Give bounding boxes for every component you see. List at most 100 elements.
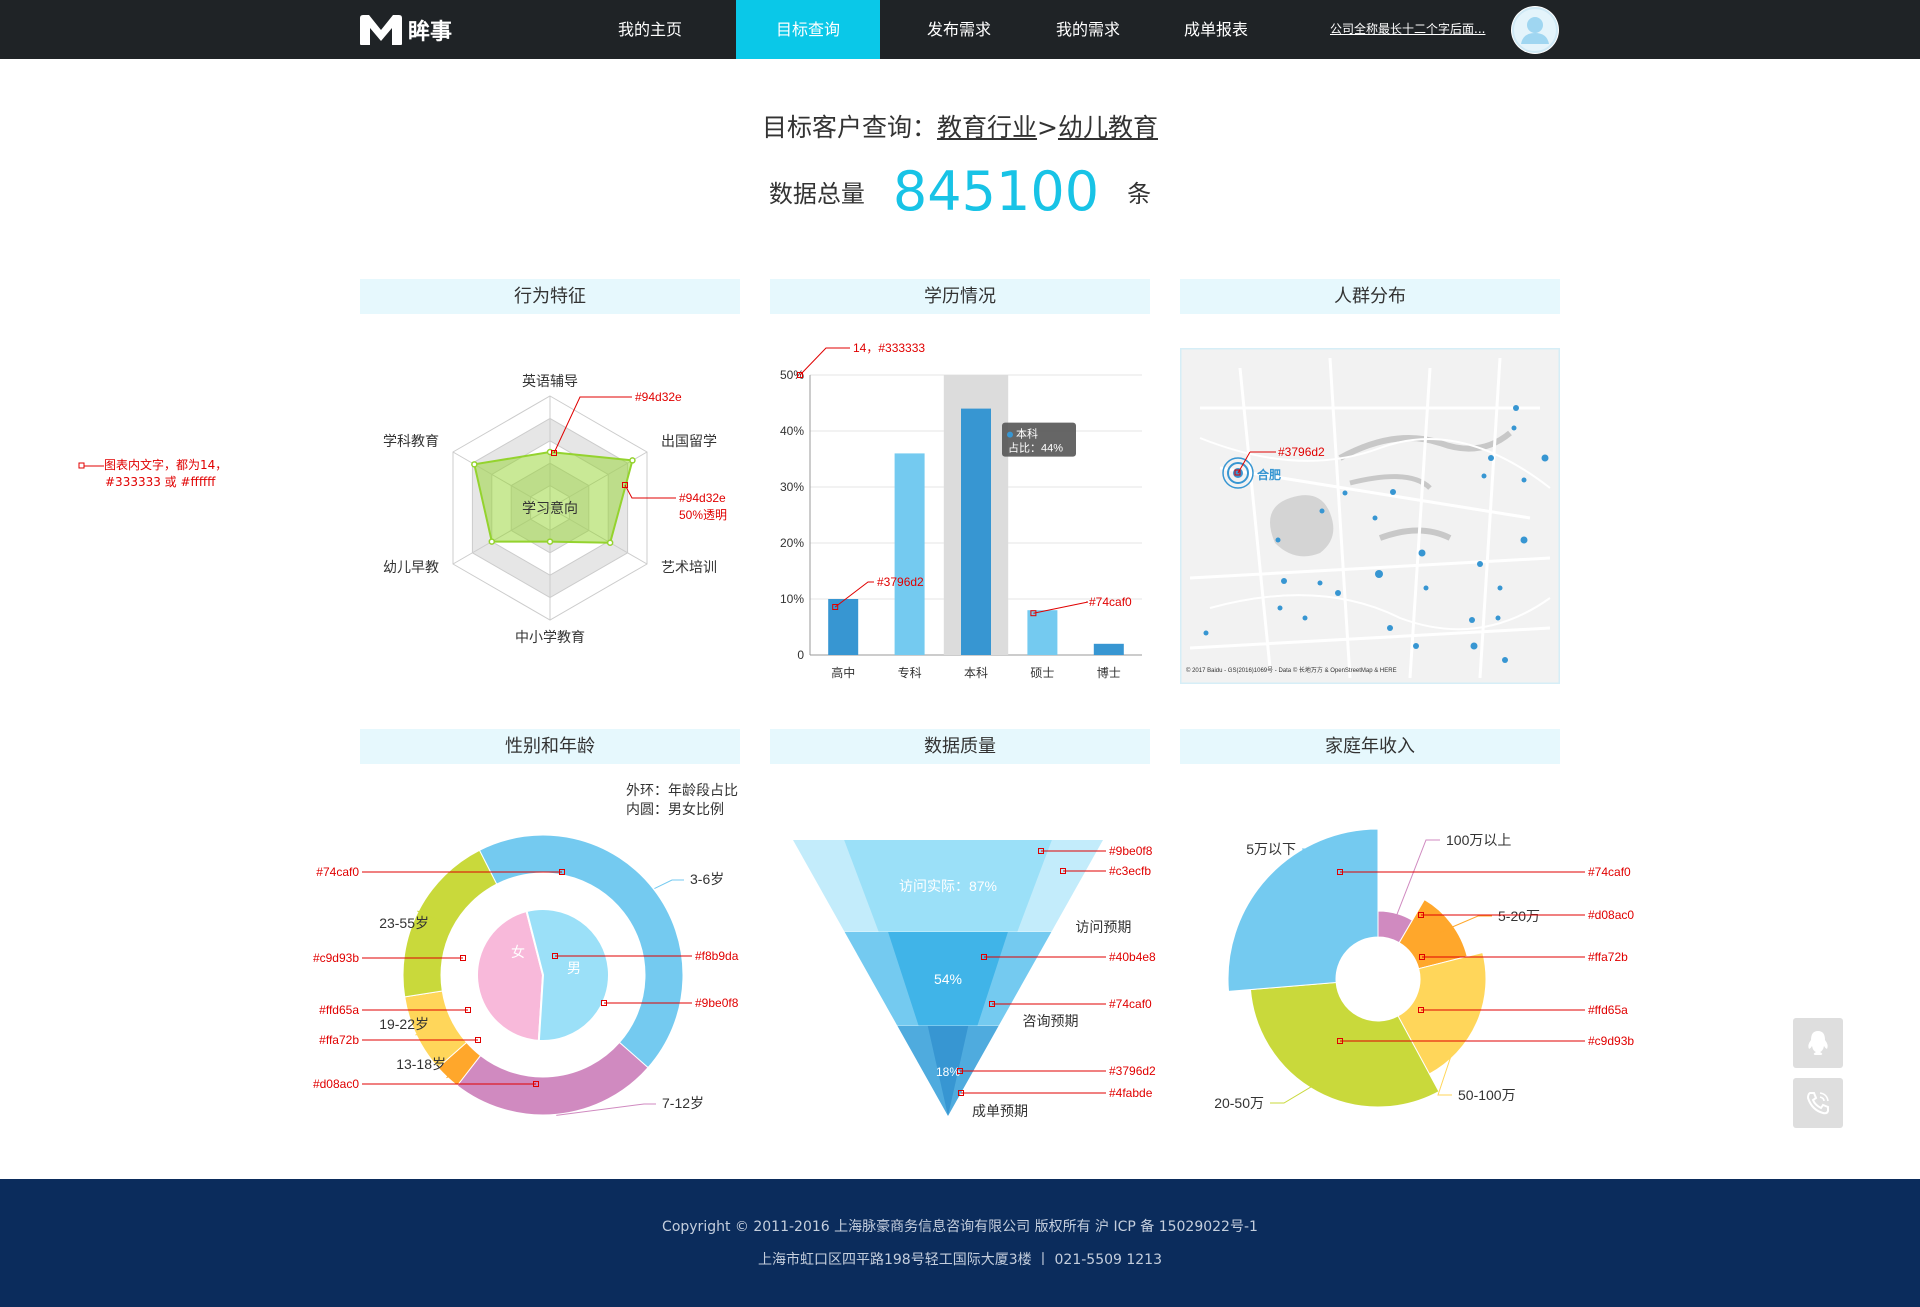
population-map[interactable]: 合肥 #3796d2 © 2017 Baidu - GS(2016)1069号 … xyxy=(1180,348,1560,684)
nav-item-my-demand[interactable]: 我的需求 xyxy=(1028,0,1148,59)
page-title: 目标客户查询：教育行业>幼儿教育 xyxy=(0,108,1920,144)
breadcrumb-separator: > xyxy=(1037,113,1058,142)
income-annot-2-label: #d08ac0 xyxy=(1588,908,1634,922)
funnel-consult-value: 54% xyxy=(934,971,962,987)
age-annot-5-label: #d08ac0 xyxy=(313,1077,359,1091)
radar-axis-label: 中小学教育 xyxy=(515,629,585,645)
bar-3 xyxy=(1027,610,1058,655)
income-annot-4-label: #ffd65a xyxy=(1588,1003,1628,1017)
radar-axis-label: 幼儿早教 xyxy=(383,559,439,575)
behavior-radar-chart: 英语辅导出国留学艺术培训中小学教育 幼儿早教 学科教育学习意向 #94d32e #94d… xyxy=(383,373,727,645)
bar-tooltip-series: 本科 xyxy=(1016,427,1038,441)
map-city-label: 合肥 xyxy=(1257,467,1281,482)
bar-annotation-text-label: 14，#333333 xyxy=(853,341,925,355)
bar-category-label: 本科 xyxy=(964,666,988,680)
data-quality-funnel-chart: 访问实际：87% 访问预期 54% 咨询预期 18% 成单预期 #9be0f8 #c3ecfb… xyxy=(793,840,1156,1119)
income-label: 20-50万 xyxy=(1214,1095,1264,1111)
panel-title-gender-age: 性别和年龄 xyxy=(360,729,740,764)
footer-address: 上海市虹口区四平路198号轻工国际大厦3楼 丨 021-5509 1213 xyxy=(757,1252,1162,1268)
education-bar-chart: 010%20%30%40%50%高中 专科 本科 硕士 博士本科占比：44%14，#33… xyxy=(780,341,1142,680)
legend-line-outer: 外环：年龄段占比 xyxy=(626,783,738,799)
funnel-deal-name: 成单预期 xyxy=(972,1103,1028,1119)
age-annot-1-label: #74caf0 xyxy=(316,865,359,879)
bar-y-tick: 40% xyxy=(780,424,804,438)
income-segment-1 xyxy=(1398,898,1468,970)
bar-category-label: 博士 xyxy=(1097,665,1121,680)
radar-annotation-stroke-label: #94d32e xyxy=(635,390,682,404)
qq-icon xyxy=(1808,1031,1828,1055)
total-value: 845100 xyxy=(892,160,1100,223)
income-segment-3 xyxy=(1249,981,1440,1108)
radar-point xyxy=(488,538,496,545)
funnel-annot-4-label: #74caf0 xyxy=(1109,997,1152,1011)
gender-age-legend: 外环：年龄段占比 内圆：男女比例 xyxy=(626,782,738,820)
user-avatar-icon xyxy=(1512,7,1558,53)
brand-logo[interactable]: 眸事 xyxy=(358,13,452,47)
gender-label-male: 男 xyxy=(567,960,581,976)
phone-contact-button[interactable] xyxy=(1793,1078,1843,1128)
funnel-visit-value: 访问实际：87% xyxy=(899,878,997,894)
user-avatar[interactable] xyxy=(1511,6,1559,54)
bar-y-tick: 30% xyxy=(780,480,804,494)
funnel-annot-2-label: #c3ecfb xyxy=(1109,864,1151,878)
svg-text:#3796d2: #3796d2 xyxy=(1278,445,1325,459)
top-navigation-bar: 眸事 我的主页 目标查询 发布需求 我的需求 成单报表 公司全称最长十二个字后面… xyxy=(0,0,1920,59)
breadcrumb-industry[interactable]: 教育行业 xyxy=(937,113,1037,142)
gender-label-female: 女 xyxy=(511,944,525,960)
radar-axis-label: 学科教育 xyxy=(383,433,439,449)
age-leader-line xyxy=(654,879,684,890)
panel-title-education: 学历情况 xyxy=(770,279,1150,314)
company-name-link[interactable]: 公司全称最长十二个字后面... xyxy=(1330,0,1485,59)
panel-title-behavior: 行为特征 xyxy=(360,279,740,314)
spec-note: 图表内文字，都为14， #333333 或 #ffffff xyxy=(78,456,227,490)
radar-series-area xyxy=(473,450,634,544)
data-total: 数据总量 845100 条 xyxy=(0,160,1920,223)
bar-category-label: 硕士 xyxy=(1030,666,1054,680)
funnel-visit-name: 访问预期 xyxy=(1075,919,1131,935)
radar-point xyxy=(546,538,554,545)
income-label: 5-20万 xyxy=(1498,908,1540,924)
age-label: 3-6岁 xyxy=(690,871,724,887)
bar-y-tick: 20% xyxy=(780,536,804,550)
nav-item-target-query[interactable]: 目标查询 xyxy=(736,0,880,59)
qq-contact-button[interactable] xyxy=(1793,1018,1843,1068)
income-annot-3-label: #ffa72b xyxy=(1588,950,1628,964)
radar-center-label: 学习意向 xyxy=(522,500,578,516)
radar-annotation-alpha: 50%透明 xyxy=(679,508,727,522)
nav-item-publish-demand[interactable]: 发布需求 xyxy=(899,0,1019,59)
radar-point xyxy=(471,461,478,468)
spec-note-line2: #333333 或 #ffffff xyxy=(105,475,216,489)
funnel-annot-3-label: #40b4e8 xyxy=(1109,950,1156,964)
bar-2 xyxy=(961,408,991,655)
spec-note-marker xyxy=(78,462,104,468)
age-label: 23-55岁 xyxy=(379,915,429,931)
age-segment-1 xyxy=(456,1041,649,1116)
income-annot-1-label: #74caf0 xyxy=(1588,865,1631,879)
bar-annotation-light-line xyxy=(1033,601,1089,614)
income-rose-chart: 100万以上 5-20万 50-100万 20-50万 5万以下 #74caf0 #d08a… xyxy=(1214,828,1634,1111)
bar-category-label: 高中 xyxy=(831,665,855,680)
bar-1 xyxy=(894,453,925,655)
age-label: 7-12岁 xyxy=(662,1095,704,1111)
funnel-annot-5-label: #3796d2 xyxy=(1109,1064,1156,1078)
bar-y-tick: 10% xyxy=(780,592,804,606)
bar-y-tick: 0 xyxy=(797,648,804,662)
site-footer: Copyright © 2011-2016 上海脉豪商务信息咨询有限公司 版权所… xyxy=(0,1179,1920,1307)
income-annot-5-label: #c9d93b xyxy=(1588,1034,1634,1048)
breadcrumb-sub-industry[interactable]: 幼儿教育 xyxy=(1058,113,1158,142)
nav-item-home[interactable]: 我的主页 xyxy=(590,0,710,59)
legend-line-inner: 内圆：男女比例 xyxy=(626,802,724,818)
age-annot-7-label: #9be0f8 xyxy=(695,996,739,1010)
total-label: 数据总量 xyxy=(768,180,865,208)
income-label: 100万以上 xyxy=(1446,832,1511,848)
age-label: 13-18岁 xyxy=(396,1056,446,1072)
logo-m-icon xyxy=(360,15,402,45)
bar-annotation-dark-label: #3796d2 xyxy=(877,575,924,589)
nav-item-deal-report[interactable]: 成单报表 xyxy=(1156,0,1276,59)
funnel-deal-value: 18% xyxy=(936,1065,960,1079)
bar-tooltip-dot xyxy=(1007,431,1013,438)
gender-age-donut-chart: 女男 3-6岁 7-12岁 13-18岁 19-22岁 23-55岁 #74caf0 #c9d… xyxy=(313,834,739,1116)
funnel-annot-6-label: #4fabde xyxy=(1109,1086,1153,1100)
total-unit: 条 xyxy=(1127,180,1152,208)
logo-text: 眸事 xyxy=(408,20,453,45)
